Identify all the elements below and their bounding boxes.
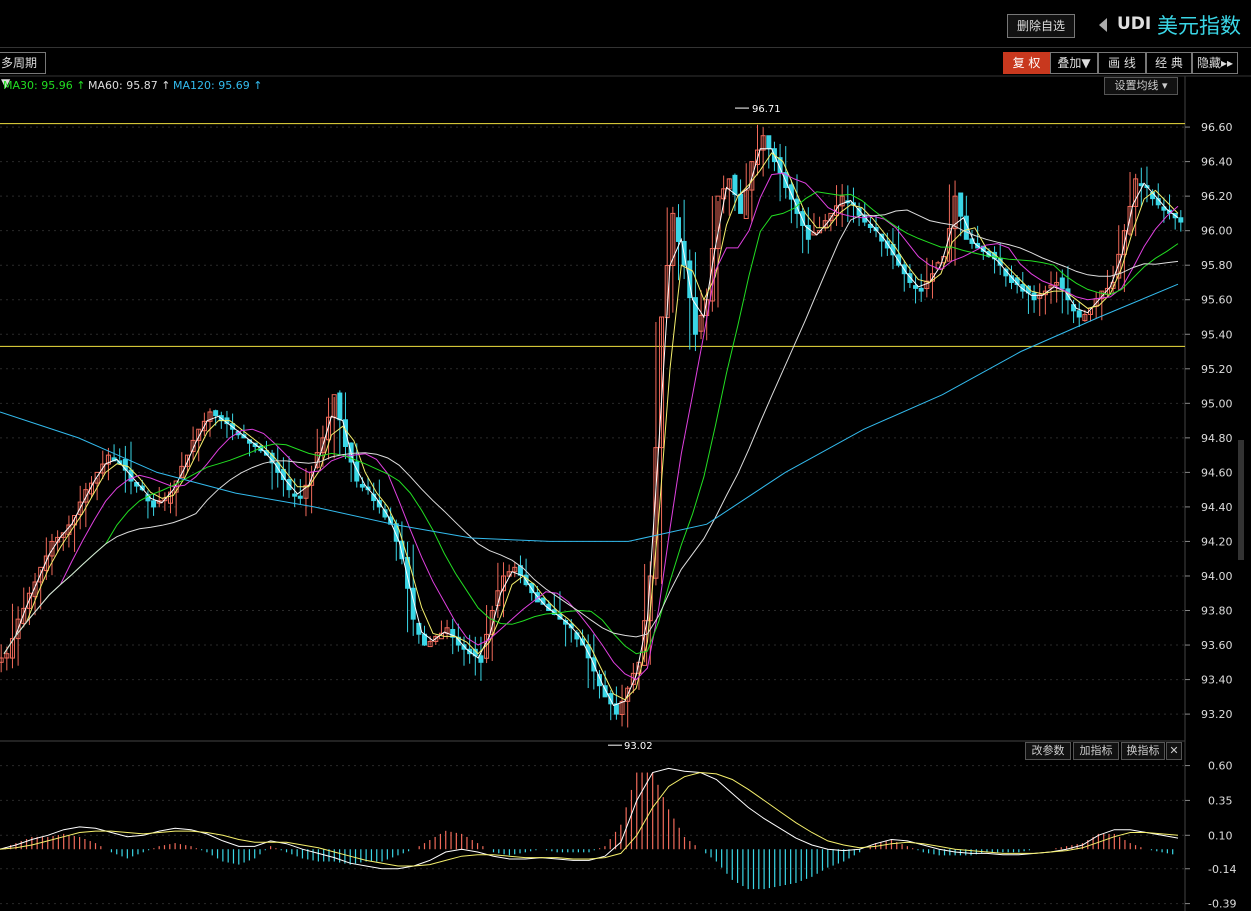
candle-body bbox=[913, 285, 919, 289]
candle-body bbox=[478, 655, 484, 663]
candle-body bbox=[738, 193, 744, 214]
candle-body bbox=[151, 500, 157, 508]
candle-body bbox=[1076, 310, 1082, 318]
price-tick-label: 94.20 bbox=[1201, 535, 1233, 548]
price-tick-label: 93.60 bbox=[1201, 639, 1233, 652]
candle-body bbox=[918, 287, 924, 292]
candle-body bbox=[958, 192, 964, 217]
ma60-line bbox=[3, 209, 1179, 654]
price-tick-label: 96.60 bbox=[1201, 121, 1233, 134]
ma20-line bbox=[3, 172, 1179, 681]
price-tick-label: 96.20 bbox=[1201, 190, 1233, 203]
ma5-line bbox=[3, 148, 1179, 707]
candle-body bbox=[359, 484, 365, 488]
candle-body bbox=[1031, 292, 1037, 301]
candle-body bbox=[213, 410, 219, 417]
candle-body bbox=[1059, 277, 1065, 290]
macd-tick-label: 0.60 bbox=[1208, 760, 1233, 773]
price-tick-label: 93.20 bbox=[1201, 708, 1233, 721]
price-tick-label: 94.60 bbox=[1201, 466, 1233, 479]
price-tick-label: 96.00 bbox=[1201, 225, 1233, 238]
edit-params-button[interactable]: 改参数 bbox=[1025, 742, 1071, 760]
macd-tick-label: 0.10 bbox=[1208, 829, 1233, 842]
candle-body bbox=[732, 174, 738, 195]
price-tick-label: 95.80 bbox=[1201, 259, 1233, 272]
price-tick-label: 93.80 bbox=[1201, 605, 1233, 618]
add-indicator-button[interactable]: 加指标 bbox=[1073, 742, 1119, 760]
close-indicator-icon[interactable]: ✕ bbox=[1166, 742, 1182, 760]
price-tick-label: 96.40 bbox=[1201, 156, 1233, 169]
price-chart[interactable]: 96.60 96.40 96.20 96.00 95.80 95.60 95.40 95.20… bbox=[0, 0, 1251, 911]
macd-tick-label: -0.14 bbox=[1208, 863, 1236, 876]
candle-body bbox=[675, 217, 681, 242]
price-tick-label: 94.00 bbox=[1201, 570, 1233, 583]
price-tick-label: 95.60 bbox=[1201, 294, 1233, 307]
price-tick-label: 95.20 bbox=[1201, 363, 1233, 376]
low-annotation-label: 93.02 bbox=[624, 741, 653, 752]
ma120-line bbox=[0, 283, 1179, 542]
candle-body bbox=[1178, 217, 1184, 223]
candle-body bbox=[297, 495, 303, 499]
price-tick-label: 94.40 bbox=[1201, 501, 1233, 514]
macd-tick-label: 0.35 bbox=[1208, 794, 1233, 807]
switch-indicator-button[interactable]: 换指标 bbox=[1121, 742, 1165, 760]
vertical-scrollbar[interactable] bbox=[1238, 440, 1244, 560]
candle-body bbox=[292, 493, 298, 497]
candle-body bbox=[376, 500, 382, 508]
candle-body bbox=[337, 392, 343, 421]
candle-body bbox=[766, 135, 772, 150]
macd-tick-label: -0.39 bbox=[1208, 898, 1236, 911]
price-tick-label: 93.40 bbox=[1201, 674, 1233, 687]
ma10-line bbox=[3, 152, 1179, 701]
high-annotation-label: 96.71 bbox=[752, 104, 781, 115]
price-tick-label: 94.80 bbox=[1201, 432, 1233, 445]
price-tick-label: 95.40 bbox=[1201, 328, 1233, 341]
price-tick-label: 95.00 bbox=[1201, 397, 1233, 410]
